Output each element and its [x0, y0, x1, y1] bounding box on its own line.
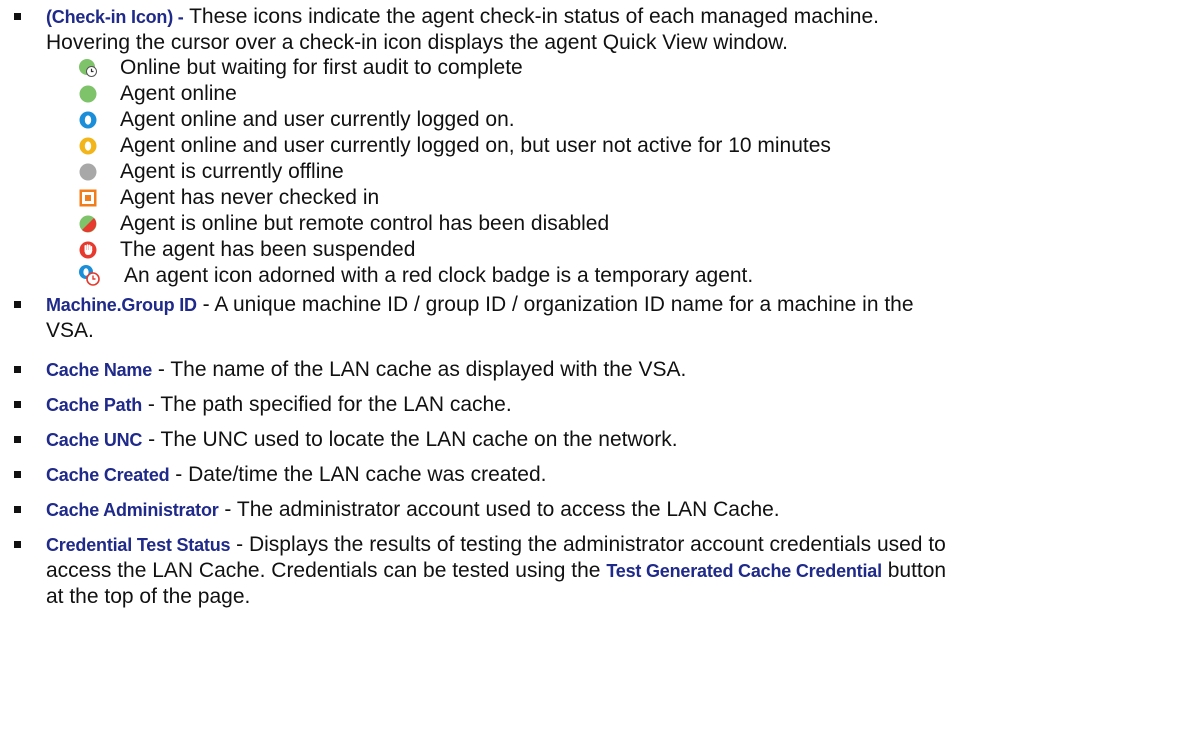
checkin-text-line1: These icons indicate the agent check-in …: [183, 5, 879, 28]
agent-offline-icon: [79, 163, 97, 181]
field-description: Credential Test Status - Displays the re…: [46, 532, 1166, 609]
field-text: - The path specified for the LAN cache.: [142, 393, 512, 416]
field-cache-created: Cache Created - Date/time the LAN cache …: [0, 462, 1182, 488]
field-text-line2-end: button: [881, 559, 947, 582]
field-cache-name: Cache Name - The name of the LAN cache a…: [0, 357, 1182, 383]
field-text: - A unique machine ID / group ID / organ…: [196, 293, 914, 316]
bullet-marker: [14, 436, 21, 443]
status-row-offline: Agent is currently offline: [78, 160, 1078, 186]
bullet-marker: [14, 401, 21, 408]
term-cache-administrator: Cache Administrator: [46, 500, 219, 520]
checkin-icon-bullet: (Check-in Icon) - These icons indicate t…: [0, 4, 1182, 64]
field-cache-unc: Cache UNC - The UNC used to locate the L…: [0, 427, 1182, 453]
field-text-line3: at the top of the page.: [46, 585, 251, 608]
field-text: - Displays the results of testing the ad…: [230, 533, 946, 556]
test-generated-cache-credential-reference: Test Generated Cache Credential: [606, 561, 882, 581]
field-text-line2: access the LAN Cache. Credentials can be…: [46, 559, 607, 582]
field-description: Cache Administrator - The administrator …: [46, 497, 1166, 523]
field-text-line2: VSA.: [46, 319, 94, 342]
status-row-user-logged-on: Agent online and user currently logged o…: [78, 108, 1078, 134]
term-cache-created: Cache Created: [46, 465, 170, 485]
field-cache-path: Cache Path - The path specified for the …: [0, 392, 1182, 418]
bullet-marker: [14, 541, 21, 548]
field-description: Cache Created - Date/time the LAN cache …: [46, 462, 1166, 488]
bullet-marker: [14, 13, 21, 20]
status-row-waiting-audit: Online but waiting for first audit to co…: [78, 56, 1078, 82]
status-label: Agent online and user currently logged o…: [120, 134, 831, 157]
user-inactive-icon: [79, 137, 97, 155]
status-label: Agent is currently offline: [120, 160, 344, 183]
field-text: - The UNC used to locate the LAN cache o…: [142, 428, 678, 451]
status-row-temporary-agent: An agent icon adorned with a red clock b…: [78, 264, 1078, 290]
checkin-icon-description: (Check-in Icon) - These icons indicate t…: [46, 4, 1166, 55]
status-label: Agent online and user currently logged o…: [120, 108, 515, 131]
term-machine-group-id: Machine.Group ID: [46, 295, 197, 315]
online-waiting-audit-icon: [79, 59, 97, 77]
status-label: An agent icon adorned with a red clock b…: [124, 264, 754, 287]
field-credential-test-status: Credential Test Status - Displays the re…: [0, 532, 1182, 610]
field-machine-group-id: Machine.Group ID - A unique machine ID /…: [0, 292, 1182, 344]
status-row-remote-disabled: Agent is online but remote control has b…: [78, 212, 1078, 238]
field-description: Cache Path - The path specified for the …: [46, 392, 1166, 418]
agent-suspended-icon: [79, 241, 97, 259]
term-credential-test-status: Credential Test Status: [46, 535, 231, 555]
term-checkin-icon: (Check-in Icon) -: [46, 7, 184, 27]
field-cache-administrator: Cache Administrator - The administrator …: [0, 497, 1182, 523]
status-row-online: Agent online: [78, 82, 1078, 108]
status-label: Agent has never checked in: [120, 186, 380, 209]
bullet-marker: [14, 366, 21, 373]
status-label: The agent has been suspended: [120, 238, 416, 261]
field-description: Cache UNC - The UNC used to locate the L…: [46, 427, 1166, 453]
term-cache-unc: Cache UNC: [46, 430, 143, 450]
field-description: Machine.Group ID - A unique machine ID /…: [46, 292, 1166, 343]
never-checked-in-icon: [79, 189, 97, 207]
bullet-marker: [14, 471, 21, 478]
status-label: Agent online: [120, 82, 237, 105]
field-text: - The name of the LAN cache as displayed…: [152, 358, 687, 381]
agent-online-icon: [79, 85, 97, 103]
status-row-never-checked-in: Agent has never checked in: [78, 186, 1078, 212]
term-cache-name: Cache Name: [46, 360, 153, 380]
remote-control-disabled-icon: [79, 215, 97, 233]
bullet-marker: [14, 506, 21, 513]
status-label: Online but waiting for first audit to co…: [120, 56, 523, 79]
bullet-marker: [14, 301, 21, 308]
status-row-user-inactive: Agent online and user currently logged o…: [78, 134, 1078, 160]
field-text: - The administrator account used to acce…: [218, 498, 780, 521]
field-description: Cache Name - The name of the LAN cache a…: [46, 357, 1166, 383]
status-row-suspended: The agent has been suspended: [78, 238, 1078, 264]
user-logged-on-icon: [79, 111, 97, 129]
status-label: Agent is online but remote control has b…: [120, 212, 610, 235]
term-cache-path: Cache Path: [46, 395, 143, 415]
temporary-agent-icon: [79, 265, 100, 286]
checkin-text-line2: Hovering the cursor over a check-in icon…: [46, 31, 788, 54]
field-text: - Date/time the LAN cache was created.: [169, 463, 547, 486]
